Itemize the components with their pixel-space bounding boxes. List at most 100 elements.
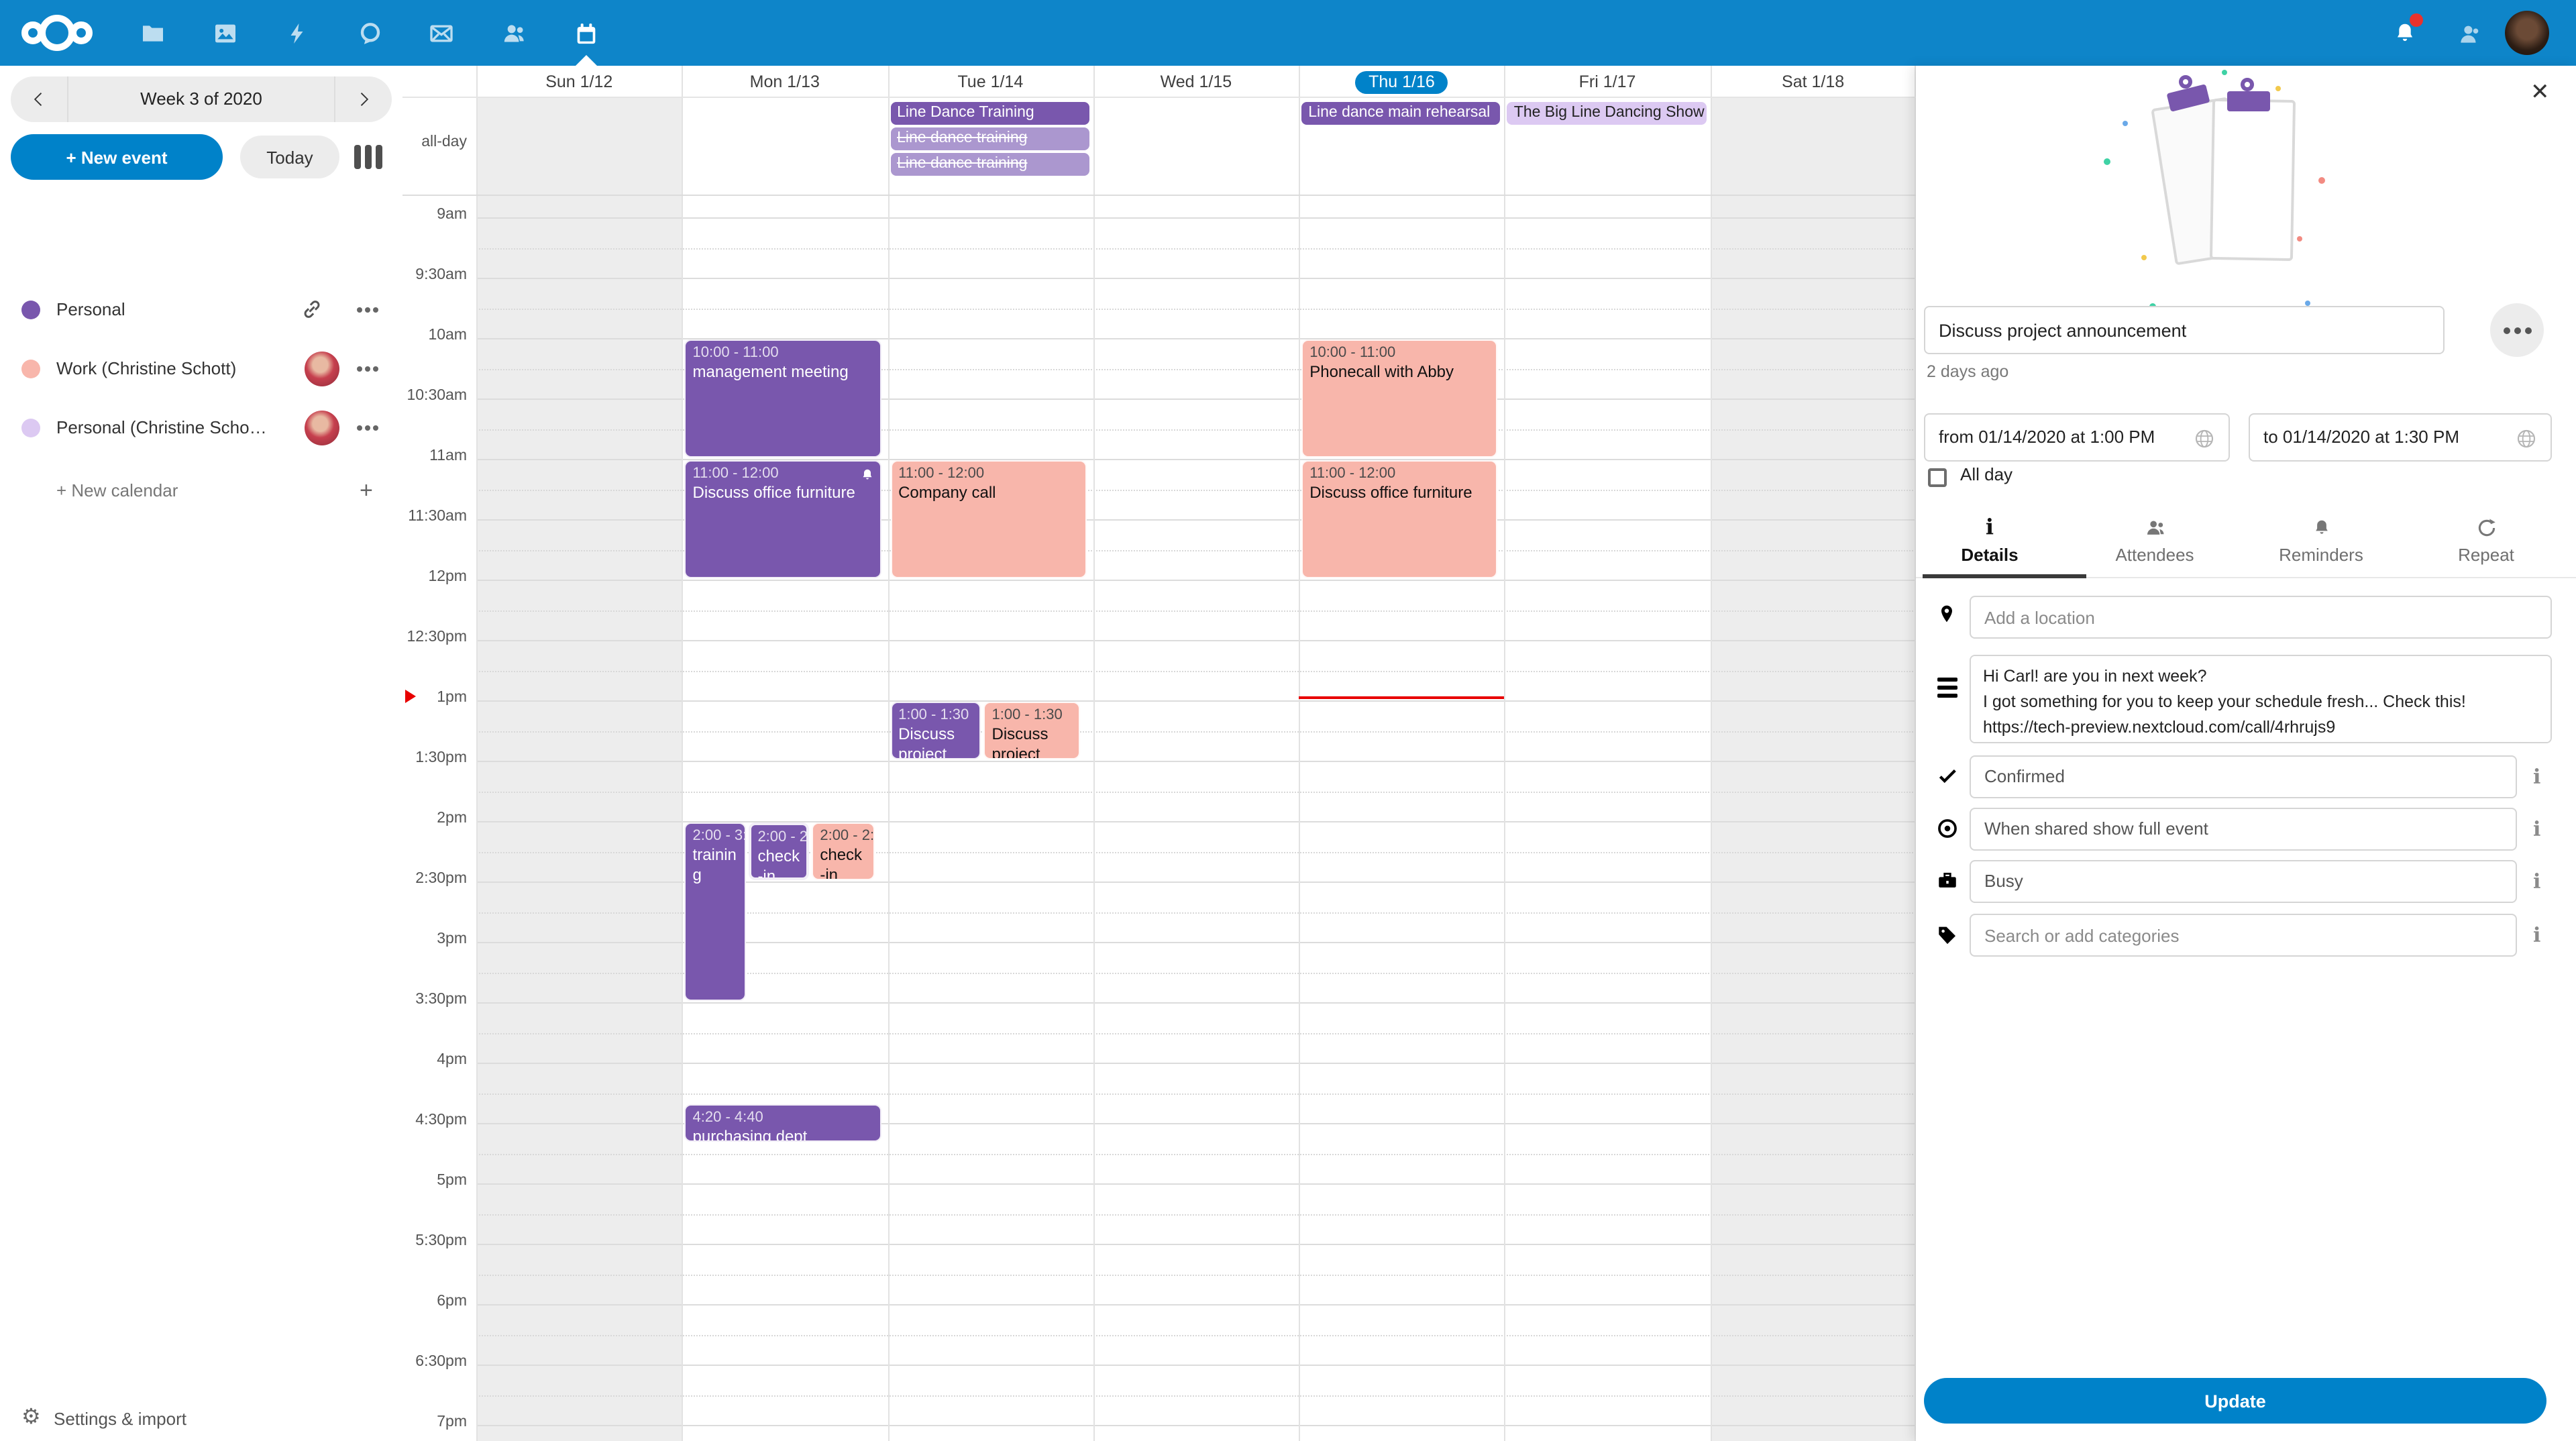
contacts-app-icon[interactable] <box>496 16 531 51</box>
calendar-list-item[interactable]: Work (Christine Schott) <box>0 345 402 393</box>
attendees-icon <box>2088 513 2222 539</box>
event-chip[interactable]: 11:00 - 12:00Discuss office furniture <box>685 460 881 578</box>
location-input[interactable] <box>1970 596 2552 639</box>
talk-app-icon[interactable] <box>353 16 388 51</box>
allday-event-chip[interactable]: The Big Line Dancing Show <box>1507 102 1707 125</box>
categories-input[interactable] <box>1970 914 2517 957</box>
event-chip[interactable]: 2:00 - 2:30check-in <box>748 822 809 880</box>
hour-gridline <box>476 217 1916 219</box>
event-title: management meeting <box>693 363 873 382</box>
tab-details[interactable]: i Details <box>1923 513 2057 574</box>
categories-info-icon[interactable]: i <box>2533 923 2540 947</box>
settings-import-button[interactable]: ⚙ Settings & import <box>0 1398 402 1441</box>
event-time: 1:00 - 1:30 <box>992 706 1073 725</box>
location-pin-icon <box>1936 601 1957 628</box>
quarter-gridline <box>476 1153 1916 1155</box>
status-info-icon[interactable]: i <box>2533 765 2540 789</box>
event-chip[interactable]: 10:00 - 11:00management meeting <box>685 339 881 458</box>
today-button[interactable]: Today <box>240 136 339 178</box>
files-app-icon[interactable] <box>136 16 170 51</box>
plus-icon: + <box>360 468 373 514</box>
share-link-icon[interactable] <box>301 298 323 327</box>
event-chip[interactable]: 11:00 - 12:00Discuss office furniture <box>1301 460 1498 578</box>
next-week-button[interactable] <box>335 76 392 122</box>
event-chip[interactable]: 2:00 - 2:30check-in <box>812 822 875 880</box>
day-header[interactable]: Sat 1/18 <box>1710 68 1916 95</box>
allday-event-chip[interactable]: Line dance training <box>890 153 1089 176</box>
timezone-globe-icon[interactable] <box>2516 428 2537 449</box>
view-switcher-icon[interactable] <box>354 145 382 169</box>
event-title: check-in <box>820 846 867 880</box>
update-button[interactable]: Update <box>1924 1378 2546 1424</box>
more-options-icon[interactable] <box>2490 303 2544 357</box>
day-header[interactable]: Fri 1/17 <box>1505 68 1711 95</box>
calendar-app-icon[interactable] <box>569 16 604 51</box>
event-time: 2:00 - 3:30 <box>693 826 738 846</box>
contacts-menu-icon[interactable] <box>2451 16 2486 51</box>
tab-repeat[interactable]: Repeat <box>2419 513 2553 574</box>
event-time: 2:00 - 2:30 <box>820 826 867 846</box>
user-avatar[interactable] <box>2505 11 2549 55</box>
day-header-active[interactable]: Thu 1/16 <box>1299 68 1505 95</box>
day-header[interactable]: Wed 1/15 <box>1093 68 1299 95</box>
column-divider <box>682 66 684 1441</box>
event-chip[interactable]: 1:00 - 1:30Discuss project <box>984 702 1081 759</box>
quarter-gridline <box>476 1214 1916 1215</box>
photos-app-icon[interactable] <box>208 16 243 51</box>
notifications-bell-icon[interactable] <box>2387 16 2422 51</box>
last-modified-text: 2 days ago <box>1927 362 2008 381</box>
event-time: 10:00 - 11:00 <box>693 343 873 363</box>
quarter-gridline <box>476 791 1916 792</box>
hour-gridline <box>476 580 1916 581</box>
event-chip[interactable]: 4:20 - 4:40purchasing dept <box>685 1104 881 1142</box>
busy-info-icon[interactable]: i <box>2533 869 2540 894</box>
allday-event-chip[interactable]: Line Dance Training <box>890 102 1089 125</box>
hour-gridline <box>476 1365 1916 1366</box>
app-window: Week 3 of 2020 + New event Today Persona… <box>0 0 2576 1441</box>
day-header[interactable]: Sun 1/12 <box>476 68 682 95</box>
allday-event-chip[interactable]: Line dance main rehearsal <box>1301 102 1501 125</box>
activity-app-icon[interactable] <box>280 16 315 51</box>
event-chip[interactable]: 11:00 - 12:00Company call <box>890 460 1087 578</box>
new-calendar-button[interactable]: + New calendar + <box>0 468 402 514</box>
description-icon <box>1937 678 1957 702</box>
calendar-actions-icon[interactable] <box>354 358 381 380</box>
event-chip[interactable]: 10:00 - 11:00Phonecall with Abby <box>1301 339 1498 458</box>
status-select[interactable]: Confirmed <box>1970 755 2517 798</box>
visibility-select[interactable]: When shared show full event <box>1970 808 2517 851</box>
nextcloud-logo-icon[interactable] <box>21 11 105 55</box>
day-header[interactable]: Tue 1/14 <box>888 68 1093 95</box>
busy-select[interactable]: Busy <box>1970 860 2517 903</box>
previous-week-button[interactable] <box>11 76 67 122</box>
event-chip[interactable]: 1:00 - 1:30Discuss project announcement <box>890 702 981 759</box>
close-icon[interactable]: ✕ <box>2530 81 2550 103</box>
mail-app-icon[interactable] <box>424 16 459 51</box>
calendar-actions-icon[interactable] <box>354 417 381 439</box>
hour-gridline <box>476 700 1916 702</box>
week-label[interactable]: Week 3 of 2020 <box>67 76 335 122</box>
tab-attendees[interactable]: Attendees <box>2088 513 2222 574</box>
visibility-info-icon[interactable]: i <box>2533 817 2540 841</box>
tab-reminders[interactable]: Reminders <box>2254 513 2388 574</box>
all-day-checkbox[interactable] <box>1928 468 1947 487</box>
timezone-globe-icon[interactable] <box>2194 428 2215 449</box>
event-title: Discuss project <box>992 725 1073 759</box>
event-chip[interactable]: 2:00 - 3:30training <box>685 822 746 1001</box>
day-header[interactable]: Mon 1/13 <box>682 68 888 95</box>
event-start-field[interactable]: from 01/14/2020 at 1:00 PM <box>1924 413 2230 462</box>
time-label: 9:30am <box>402 267 467 283</box>
quarter-gridline <box>476 248 1916 249</box>
calendar-list-item[interactable]: Personal (Christine Scho… <box>0 404 402 452</box>
event-title-input[interactable] <box>1924 306 2445 354</box>
new-event-button[interactable]: + New event <box>11 134 223 180</box>
top-header-bar <box>0 0 2576 66</box>
event-title: check-in <box>757 847 800 880</box>
event-end-field[interactable]: to 01/14/2020 at 1:30 PM <box>2249 413 2552 462</box>
description-textarea[interactable]: Hi Carl! are you in next week? I got som… <box>1970 655 2552 743</box>
time-label: 12:30pm <box>402 629 467 645</box>
allday-event-chip[interactable]: Line dance training <box>890 127 1089 150</box>
hour-gridline <box>476 1063 1916 1064</box>
calendar-actions-icon[interactable] <box>354 299 381 321</box>
calendar-list-item[interactable]: Personal <box>0 286 402 334</box>
time-label: 5pm <box>402 1173 467 1189</box>
